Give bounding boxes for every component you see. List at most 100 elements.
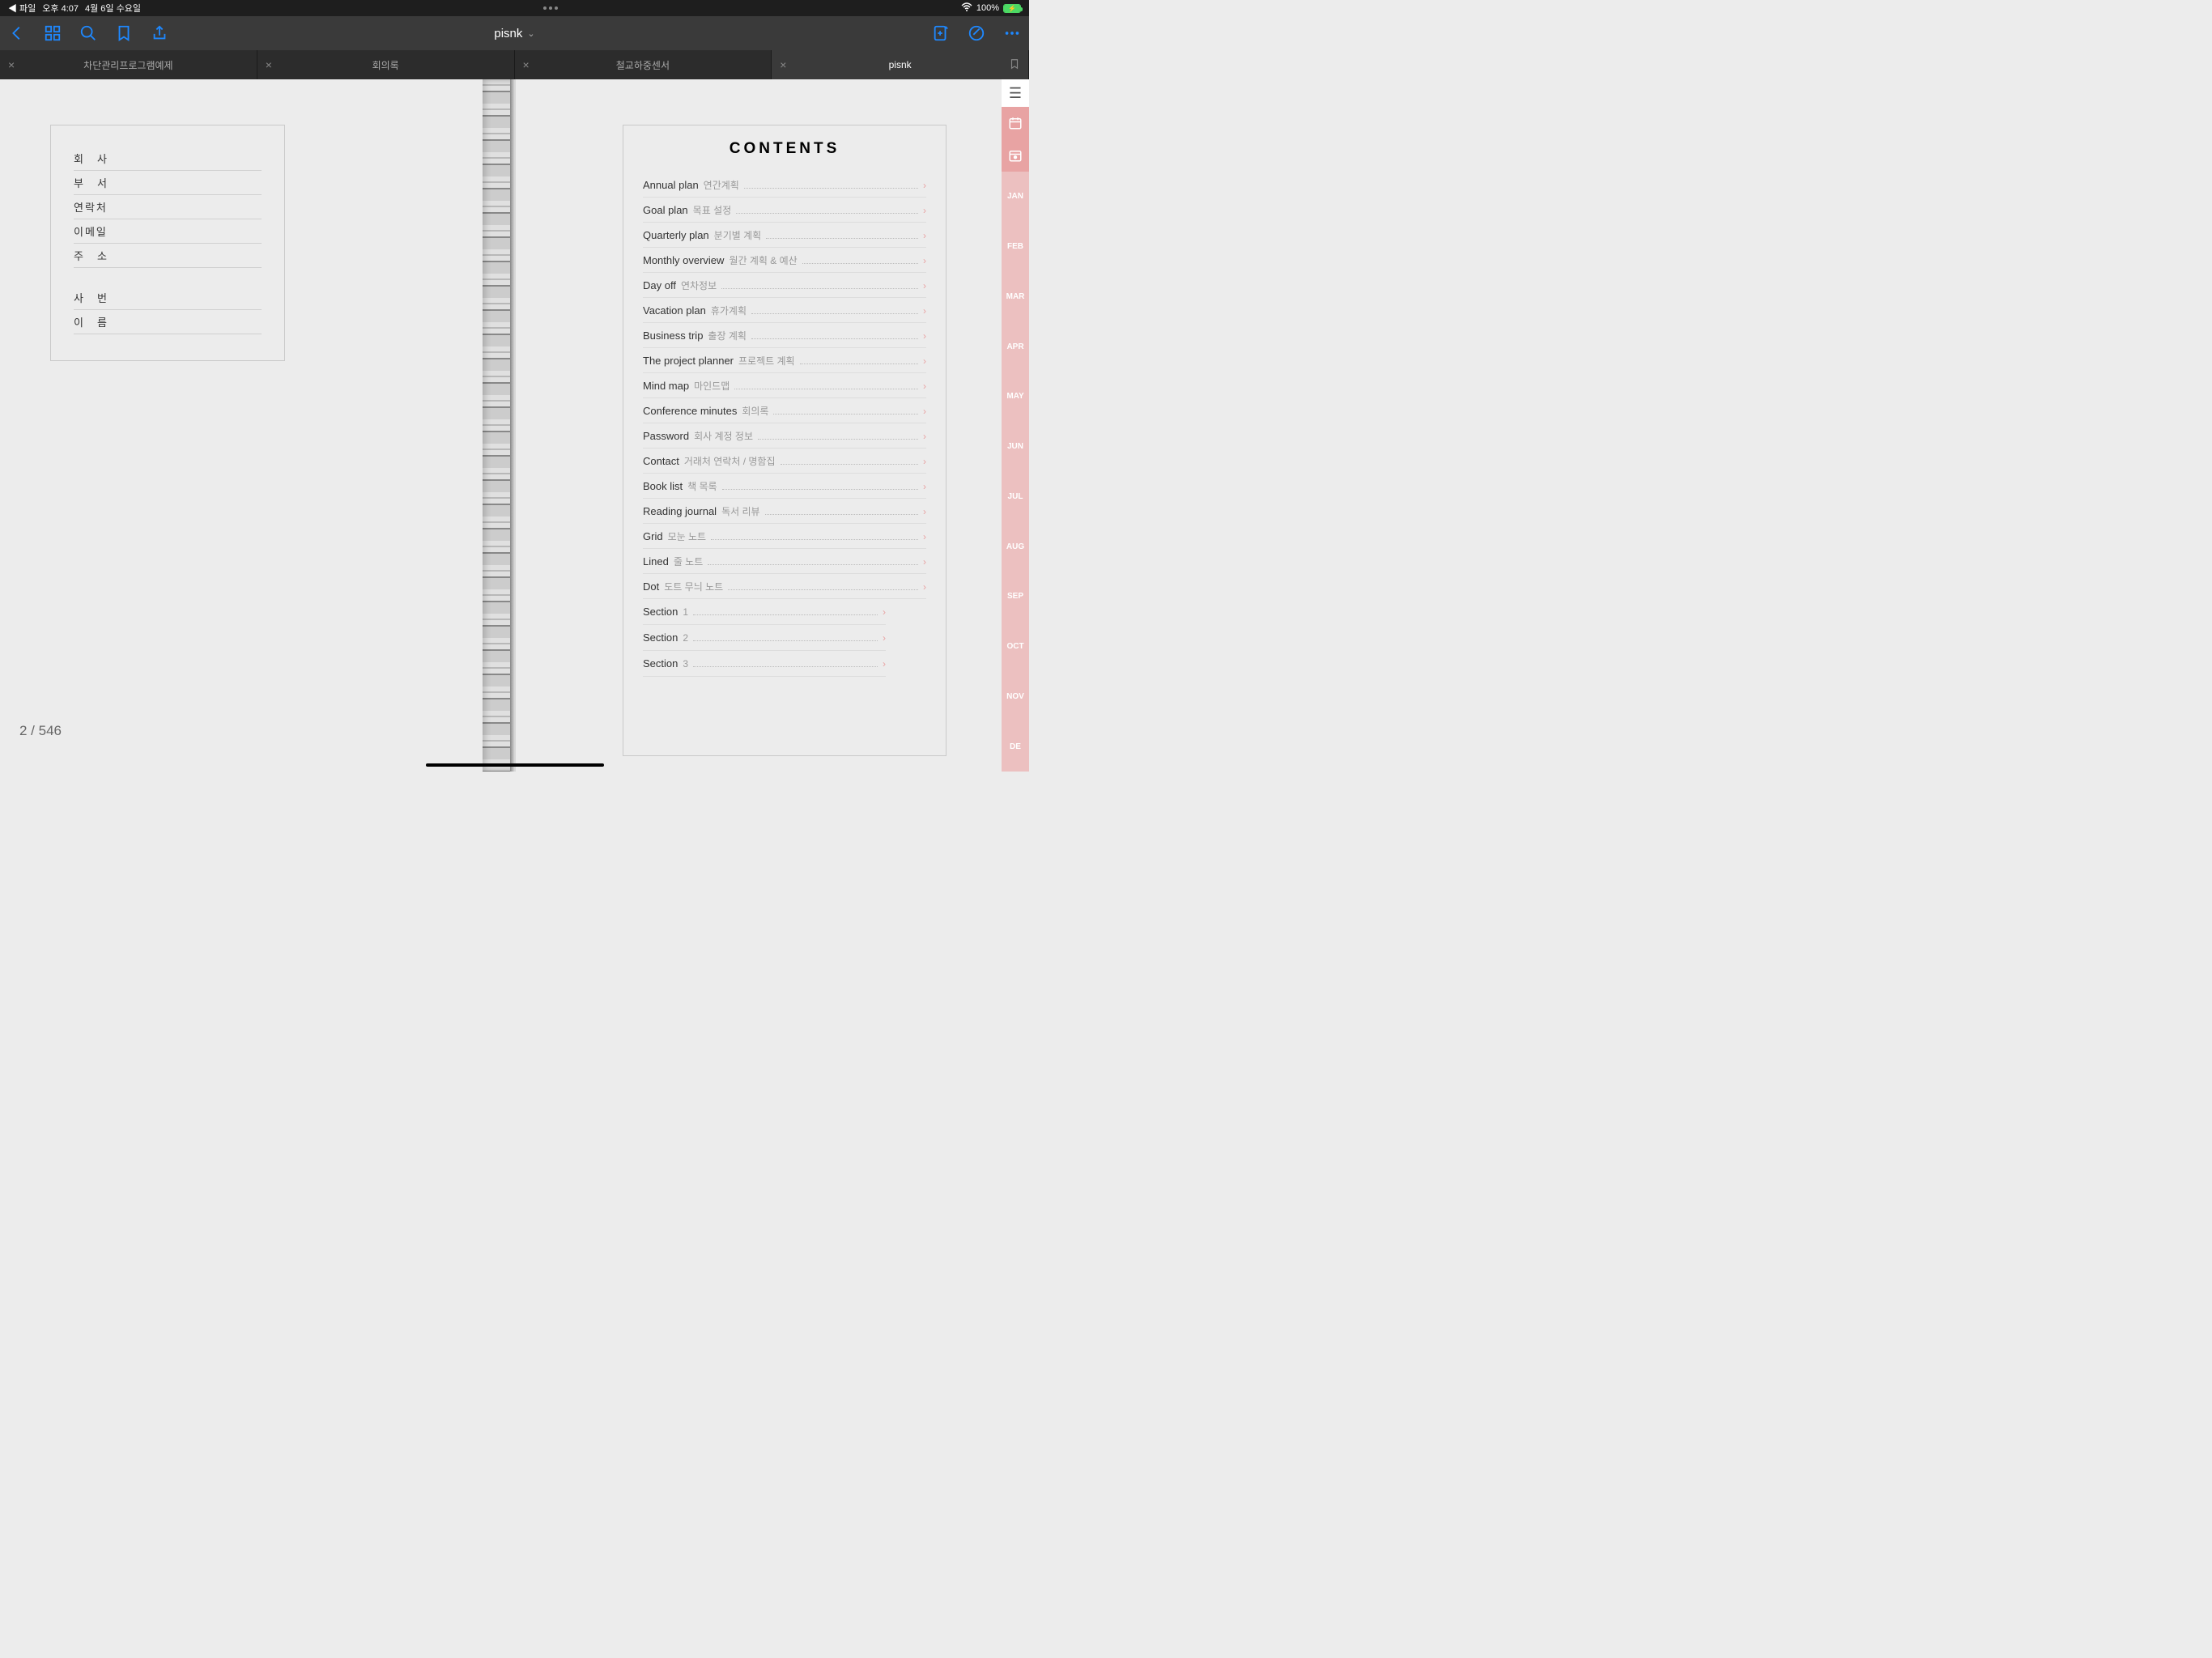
month-tab-jan[interactable]: JAN — [1002, 172, 1029, 222]
bookmark-outline-icon[interactable] — [1009, 58, 1020, 72]
section-num: 2 — [683, 632, 688, 644]
info-field[interactable]: 이 름 — [74, 310, 262, 334]
section-item[interactable]: Section 3 › — [643, 651, 886, 677]
document-title[interactable]: pisnk ⌄ — [494, 27, 534, 40]
info-field[interactable]: 연락처 — [74, 195, 262, 219]
month-tab-mar[interactable]: MAR — [1002, 272, 1029, 322]
multitask-dots[interactable] — [543, 6, 558, 10]
month-tab-apr[interactable]: APR — [1002, 321, 1029, 372]
back-to-app[interactable]: ◀ 파일 — [8, 2, 36, 15]
section-item[interactable]: Section 2 › — [643, 625, 886, 651]
toc-ko: 연차정보 — [681, 278, 717, 292]
edit-mode-icon[interactable] — [968, 24, 985, 42]
chevron-right-icon: › — [923, 431, 926, 442]
month-tab-aug[interactable]: AUG — [1002, 521, 1029, 572]
grid-view-icon[interactable] — [44, 24, 62, 42]
toc-item[interactable]: Goal plan 목표 설정 › — [643, 198, 926, 223]
toc-item[interactable]: Password 회사 계정 정보 › — [643, 423, 926, 449]
info-field[interactable]: 부 서 — [74, 171, 262, 195]
toc-item[interactable]: Quarterly plan 분기별 계획 › — [643, 223, 926, 248]
toc-ko: 마인드맵 — [694, 379, 730, 393]
tab-2[interactable]: × 회의록 — [257, 50, 515, 79]
month-tab-oct[interactable]: OCT — [1002, 622, 1029, 672]
contents-heading: CONTENTS — [643, 140, 926, 158]
tab-1[interactable]: × 차단관리프로그램예제 — [0, 50, 257, 79]
close-icon[interactable]: × — [8, 58, 15, 71]
toc-ko: 월간 계획 & 예산 — [729, 253, 797, 267]
toc-ko: 출장 계획 — [708, 329, 747, 342]
app-toolbar: pisnk ⌄ — [0, 16, 1029, 50]
toc-item[interactable]: The project planner 프로젝트 계획 › — [643, 348, 926, 373]
toc-item[interactable]: Dot 도트 무늬 노트 › — [643, 574, 926, 599]
toc-ko: 모눈 노트 — [668, 529, 707, 543]
month-tab-jun[interactable]: JUN — [1002, 422, 1029, 472]
tab-4[interactable]: × pisnk — [772, 50, 1029, 79]
toc-dots — [711, 539, 918, 540]
info-field[interactable]: 이메일 — [74, 219, 262, 244]
toc-item[interactable]: Contact 거래처 연락처 / 명함집 › — [643, 449, 926, 474]
toc-dots — [744, 188, 918, 189]
section-en: Section — [643, 631, 678, 644]
toc-en: Annual plan — [643, 179, 699, 191]
info-field[interactable]: 회 사 — [74, 147, 262, 171]
chevron-right-icon: › — [923, 581, 926, 593]
chevron-right-icon: › — [923, 406, 926, 417]
section-num: 1 — [683, 606, 688, 618]
toc-ko: 연간계획 — [704, 178, 739, 192]
today-icon[interactable] — [1002, 139, 1029, 172]
toc-en: Grid — [643, 530, 663, 542]
section-item[interactable]: Section 1 › — [643, 599, 886, 625]
toc-ko: 목표 설정 — [693, 203, 732, 217]
month-tab-sep[interactable]: SEP — [1002, 572, 1029, 622]
month-tab-de[interactable]: DE — [1002, 721, 1029, 772]
month-tab-nov[interactable]: NOV — [1002, 672, 1029, 722]
month-tab-jul[interactable]: JUL — [1002, 472, 1029, 522]
chevron-right-icon: › — [923, 556, 926, 568]
side-tab-bar: ☰ JANFEBMARAPRMAYJUNJULAUGSEPOCTNOVDE — [1002, 79, 1029, 772]
toc-en: The project planner — [643, 355, 734, 367]
info-card: 회 사부 서연락처이메일주 소 사 번이 름 — [50, 125, 285, 361]
toc-item[interactable]: Annual plan 연간계획 › — [643, 172, 926, 198]
toc-dots — [766, 238, 918, 239]
back-button[interactable] — [8, 24, 26, 42]
toc-ko: 분기별 계획 — [714, 228, 762, 242]
close-icon[interactable]: × — [523, 58, 530, 71]
hamburger-icon[interactable]: ☰ — [1002, 79, 1029, 107]
bookmark-icon[interactable] — [115, 24, 133, 42]
tab-label: 회의록 — [372, 58, 399, 72]
toc-item[interactable]: Lined 줄 노트 › — [643, 549, 926, 574]
toc-en: Lined — [643, 555, 669, 568]
toc-item[interactable]: Grid 모눈 노트 › — [643, 524, 926, 549]
home-indicator[interactable] — [426, 763, 604, 767]
month-tab-may[interactable]: MAY — [1002, 372, 1029, 422]
tab-label: 차단관리프로그램예제 — [83, 58, 172, 72]
toc-item[interactable]: Vacation plan 휴가계획 › — [643, 298, 926, 323]
battery-icon: ⚡ — [1003, 4, 1021, 13]
toc-dots — [781, 464, 918, 465]
search-icon[interactable] — [79, 24, 97, 42]
close-icon[interactable]: × — [780, 58, 786, 71]
toc-item[interactable]: Day off 연차정보 › — [643, 273, 926, 298]
toc-item[interactable]: Monthly overview 월간 계획 & 예산 › — [643, 248, 926, 273]
chevron-right-icon: › — [923, 355, 926, 367]
info-field[interactable]: 사 번 — [74, 286, 262, 310]
chevron-right-icon: › — [923, 280, 926, 291]
toc-en: Business trip — [643, 329, 703, 342]
page-indicator: 2 / 546 — [19, 723, 62, 739]
toc-item[interactable]: Book list 책 목록 › — [643, 474, 926, 499]
more-icon[interactable] — [1003, 24, 1021, 42]
info-field[interactable]: 주 소 — [74, 244, 262, 268]
close-icon[interactable]: × — [266, 58, 272, 71]
toc-item[interactable]: Business trip 출장 계획 › — [643, 323, 926, 348]
share-icon[interactable] — [151, 24, 168, 42]
add-page-icon[interactable] — [932, 24, 950, 42]
contents-card: CONTENTS Annual plan 연간계획 ›Goal plan 목표 … — [623, 125, 946, 756]
toc-item[interactable]: Mind map 마인드맵 › — [643, 373, 926, 398]
chevron-right-icon: › — [923, 380, 926, 392]
month-tab-feb[interactable]: FEB — [1002, 222, 1029, 272]
toc-dots — [751, 338, 918, 339]
calendar-icon[interactable] — [1002, 107, 1029, 139]
toc-item[interactable]: Reading journal 독서 리뷰 › — [643, 499, 926, 524]
tab-3[interactable]: × 철교하중센서 — [515, 50, 772, 79]
toc-item[interactable]: Conference minutes 회의록 › — [643, 398, 926, 423]
